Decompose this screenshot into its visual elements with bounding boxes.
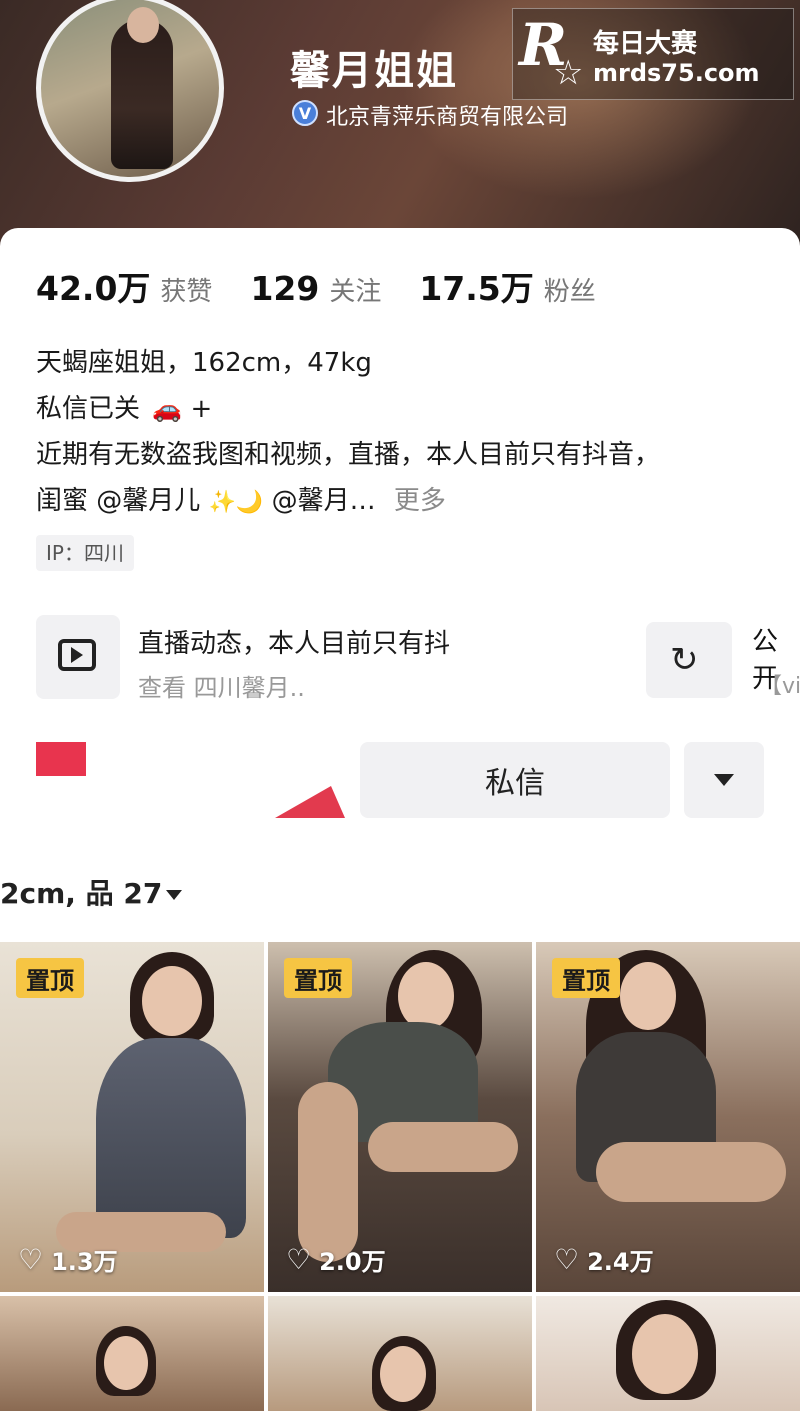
like-count: ♡ 2.0万 (286, 1242, 386, 1277)
bio-line: 闺蜜 @馨月儿 ✨🌙 @馨月… 更多 (36, 478, 660, 526)
works-tab[interactable]: 2cm, 品 27 (0, 872, 162, 912)
company-name: 北京青萍乐商贸有限公司 (326, 105, 569, 130)
verified-icon: V (292, 100, 318, 126)
group-card[interactable]: ↻ (646, 622, 732, 698)
tile-figure (298, 1082, 358, 1262)
bio-line: 天蝎座姐姐，162cm，47kg (36, 348, 372, 378)
stat-followers[interactable]: 17.5万 粉丝 (419, 262, 595, 310)
bio-mention[interactable]: @馨月… (272, 486, 376, 516)
car-icon: 🚗 (152, 395, 183, 423)
group-chat-icon: ↻ (670, 640, 699, 680)
follow-button-fragment[interactable] (36, 742, 86, 776)
stat-label: 关注 (329, 277, 382, 307)
profile-card (0, 228, 800, 948)
bio-line: 近期有无数盗我图和视频，直播，本人目前只有抖音， (36, 440, 661, 470)
more-options-button[interactable] (684, 742, 764, 818)
video-tile[interactable]: 置顶 ♡ 2.0万 (268, 942, 532, 1292)
video-tile[interactable]: 置顶 ♡ 1.3万 (0, 942, 264, 1292)
stat-likes[interactable]: 42.0万 获赞 (36, 262, 212, 310)
stat-value: 42.0万 (36, 269, 151, 308)
pinned-badge: 置顶 (552, 958, 620, 998)
bio-more-link[interactable]: 更多 (394, 486, 446, 516)
avatar[interactable] (36, 0, 224, 182)
profile-name: 馨月姐姐 (290, 48, 458, 94)
group-subtitle: 【vi (760, 674, 800, 699)
like-count: ♡ 1.3万 (18, 1242, 118, 1277)
like-count-value: 2.0万 (319, 1248, 386, 1276)
tile-figure (104, 1336, 148, 1390)
bio-text: 私信已关 (36, 394, 141, 424)
heart-icon: ♡ (286, 1243, 312, 1276)
watermark-url: mrds75.com (593, 59, 760, 87)
tile-figure (142, 966, 202, 1036)
erased-region (570, 618, 640, 678)
heart-icon: ♡ (554, 1243, 580, 1276)
tile-figure (632, 1314, 698, 1394)
star-icon: ☆ (553, 53, 584, 93)
stats-row: 42.0万 获赞 129 关注 17.5万 粉丝 (36, 262, 634, 310)
ip-badge: IP：四川 (36, 535, 134, 571)
stat-label: 粉丝 (543, 277, 596, 307)
stat-following[interactable]: 129 关注 (250, 269, 381, 308)
watermark: R ☆ 每日大赛 mrds75.com (512, 8, 794, 100)
stat-value: 129 (250, 269, 320, 308)
like-count-value: 2.4万 (587, 1248, 654, 1276)
video-tile[interactable] (536, 1296, 800, 1411)
video-tile[interactable] (0, 1296, 264, 1411)
message-button[interactable]: 私信 (360, 742, 670, 818)
heart-icon: ♡ (18, 1243, 44, 1276)
watermark-title: 每日大赛 (593, 29, 698, 59)
avatar-head (127, 7, 159, 43)
video-tile[interactable] (268, 1296, 532, 1411)
tile-figure (380, 1346, 426, 1402)
pinned-badge: 置顶 (284, 958, 352, 998)
video-grid: 置顶 ♡ 1.3万 置顶 ♡ 2.0万 置顶 ♡ 2.4万 (0, 942, 800, 1411)
chevron-down-icon (714, 774, 734, 786)
tile-figure (620, 962, 676, 1030)
pinned-badge: 置顶 (16, 958, 84, 998)
profile-header: 馨月姐姐 V 北京青萍乐商贸有限公司 R ☆ 每日大赛 mrds75.com (0, 0, 800, 250)
video-tile[interactable]: 置顶 ♡ 2.4万 (536, 942, 800, 1292)
like-count: ♡ 2.4万 (554, 1242, 654, 1277)
live-subtitle: 查看 四川馨月.. (138, 674, 305, 702)
bio-suffix: + (190, 394, 213, 424)
moon-emoji-icon: ✨🌙 (208, 490, 264, 515)
live-title[interactable]: 直播动态，本人目前只有抖 (138, 623, 450, 660)
bio-line: 私信已关 🚗 + (36, 386, 660, 432)
bio-mention[interactable]: 闺蜜 @馨月儿 (36, 486, 200, 516)
tile-figure (596, 1142, 786, 1202)
chevron-down-icon[interactable] (166, 890, 182, 900)
tv-icon (58, 639, 96, 671)
like-count-value: 1.3万 (51, 1248, 118, 1276)
live-card[interactable] (36, 615, 120, 699)
stat-value: 17.5万 (419, 269, 534, 308)
tile-figure (368, 1122, 518, 1172)
tile-figure (96, 1038, 246, 1238)
bio: 天蝎座姐姐，162cm，47kg 私信已关 🚗 + 近期有无数盗我图和视频，直播… (36, 340, 660, 526)
stat-label: 获赞 (160, 277, 213, 307)
tile-figure (398, 962, 454, 1030)
